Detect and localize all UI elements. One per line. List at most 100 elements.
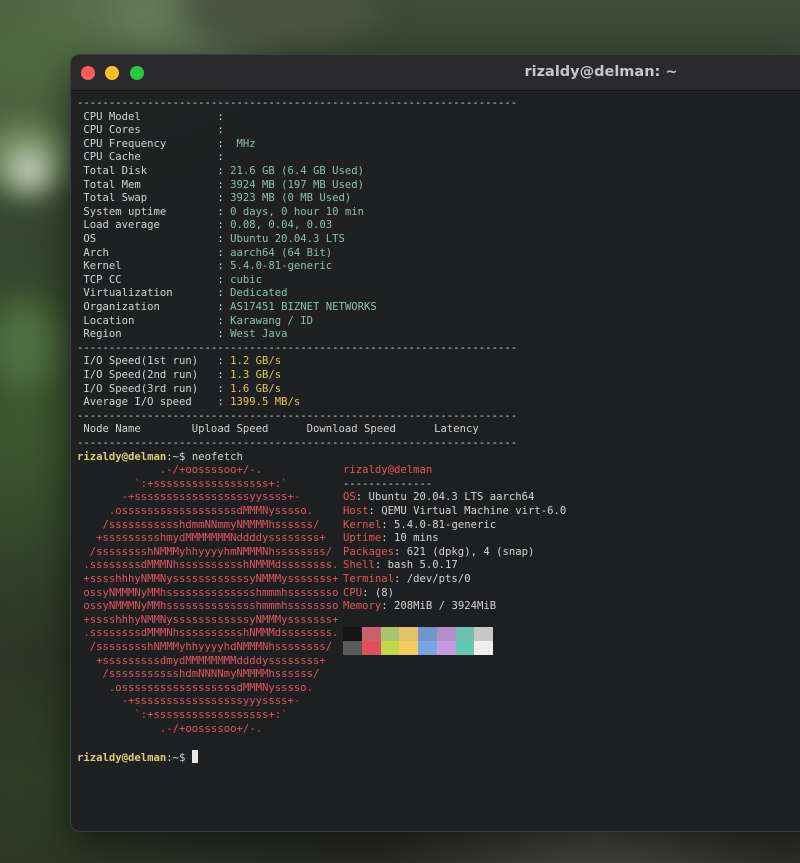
sysinfo-key: Location [77, 314, 218, 327]
title-bar[interactable]: rizaldy@delman: ~ [71, 55, 800, 91]
sysinfo-row: OS : Ubuntu 20.04.3 LTS [77, 233, 345, 247]
sysinfo-row: CPU Cores : [77, 124, 230, 138]
prompt-line: rizaldy@delman:~$ [77, 749, 198, 764]
close-button[interactable] [81, 66, 95, 80]
color-swatch [474, 641, 493, 655]
neofetch-header: rizaldy@delman [343, 464, 432, 478]
ascii-logo-line: .ssssssssdMMMNhsssssssssshNMMMdssssssss. [77, 559, 339, 572]
ascii-logo-line: .ssssssssdMMMNhsssssssssshNMMMdssssssss. [77, 627, 339, 640]
sysinfo-value: Karawang / ID [230, 314, 314, 327]
neofetch-value: : bash 5.0.17 [374, 559, 458, 572]
colon: : [217, 124, 231, 137]
speed-header-row: Node Name Upload Speed Download Speed La… [77, 423, 479, 437]
ascii-logo-line: /sssssssshNMMMyhhyyyyhmNMMMNhssssssss/ [77, 545, 333, 558]
sysinfo-value: cubic [230, 273, 262, 286]
color-swatch [399, 627, 418, 641]
sysinfo-key: Virtualization [77, 287, 218, 300]
io-row: I/O Speed(3rd run) : 1.6 GB/s [77, 383, 281, 397]
separator-text: ----------------------------------------… [77, 409, 518, 422]
sysinfo-key: TCP CC [77, 273, 218, 286]
neofetch-value: : 621 (dpkg), 4 (snap) [394, 545, 535, 558]
sysinfo-row: CPU Cache : [77, 151, 230, 165]
terminal-window[interactable]: rizaldy@delman: ~ ----------------------… [70, 54, 800, 832]
prompt-user: rizaldy@delman [77, 450, 167, 463]
sysinfo-row: CPU Frequency : MHz [77, 137, 255, 152]
colon: : [217, 287, 231, 300]
color-swatch [361, 627, 381, 641]
prompt-line: rizaldy@delman:~$ neofetch [77, 451, 243, 465]
colon: : [217, 137, 231, 150]
ascii-logo-line: /sssssssshNMMMyhhyyyyhdNMMMNhssssssss/ [77, 640, 333, 653]
background-blob [10, 150, 50, 190]
neofetch-info-row: Host: QEMU Virtual Machine virt-6.0 [343, 505, 566, 519]
sysinfo-key: Total Disk [77, 165, 218, 177]
color-swatch [343, 641, 362, 655]
sysinfo-row: Location : Karawang / ID [77, 315, 313, 329]
separator-line: ----------------------------------------… [77, 97, 517, 111]
color-swatch [380, 641, 400, 655]
speed-header: Node Name Upload Speed Download Speed La… [77, 423, 479, 436]
colon: : [217, 192, 231, 205]
sysinfo-value: West Java [230, 328, 288, 341]
color-swatch [436, 641, 456, 655]
minimize-button[interactable] [105, 66, 119, 80]
colon: : [217, 273, 231, 286]
color-swatch [455, 641, 475, 655]
neofetch-label: Packages [343, 545, 395, 558]
neofetch-user: rizaldy@delman [343, 464, 433, 477]
color-swatch [474, 627, 493, 641]
color-swatch [418, 627, 437, 641]
io-value: 1.2 GB/s [230, 355, 282, 368]
sysinfo-key: Arch [77, 246, 218, 259]
neofetch-value: : 10 mins [381, 532, 439, 545]
ascii-logo-line: ossyNMMMNyMMhsssssssssssssshmmmhssssssso [77, 600, 339, 613]
window-title: rizaldy@delman: ~ [524, 64, 678, 80]
neofetch-value: : 5.4.0-81-generic [381, 518, 497, 531]
neofetch-value: : (8) [362, 586, 395, 599]
sysinfo-row: Arch : aarch64 (64 Bit) [77, 247, 332, 261]
colon: : [217, 396, 231, 409]
neofetch-value: : Ubuntu 20.04.3 LTS aarch64 [355, 491, 535, 504]
io-row: I/O Speed(1st run) : 1.2 GB/s [77, 355, 281, 369]
neofetch-value: : QEMU Virtual Machine virt-6.0 [368, 504, 567, 517]
terminal-output[interactable]: ----------------------------------------… [77, 95, 800, 831]
io-key: I/O Speed(1st run) [77, 355, 218, 368]
sysinfo-key: CPU Model [77, 110, 218, 123]
prompt-path: :~$ [166, 751, 192, 764]
ascii-logo-line: -+ssssssssssssssssssyyssss+- [77, 491, 301, 504]
sysinfo-key: Load average [77, 219, 218, 232]
background-blob [180, 0, 380, 50]
sysinfo-value: 3923 MB (0 MB Used) [230, 192, 352, 205]
neofetch-label: Shell [343, 559, 375, 572]
colon: : [217, 151, 231, 164]
ascii-logo-line: /ssssssssssshdmmNNmmyNMMMMhssssss/ [77, 518, 320, 531]
neofetch-label: Terminal [343, 572, 395, 585]
io-row: I/O Speed(2nd run) : 1.3 GB/s [77, 369, 281, 383]
ascii-logo-line: ossyNMMMNyMMhsssssssssssssshmmmhssssssso [77, 586, 339, 599]
io-key: I/O Speed(3rd run) [77, 382, 218, 395]
sysinfo-key: Total Swap [77, 192, 218, 205]
colon: : [217, 260, 231, 273]
ascii-logo-line: `:+ssssssssssssssssss+:` [77, 708, 288, 721]
sysinfo-value: AS17451 BIZNET NETWORKS [230, 301, 377, 313]
color-palette-row [343, 627, 493, 641]
cursor-block[interactable] [191, 749, 198, 763]
colon: : [217, 233, 231, 245]
neofetch-info-row: Memory: 208MiB / 3924MiB [343, 600, 496, 614]
prompt-user: rizaldy@delman [77, 751, 167, 764]
colon: : [217, 355, 231, 368]
sysinfo-key: CPU Cores [77, 124, 218, 137]
colon: : [217, 110, 231, 123]
maximize-button[interactable] [130, 66, 144, 80]
sysinfo-value: 5.4.0-81-generic [230, 260, 333, 273]
separator-text: ----------------------------------------… [77, 97, 518, 109]
colon: : [217, 178, 231, 191]
ascii-logo-line: `:+ssssssssssssssssss+:` [77, 477, 288, 490]
ascii-logo-line: -+sssssssssssssssssyyyssss+- [77, 695, 301, 708]
color-swatch [380, 627, 400, 641]
neofetch-value: : 208MiB / 3924MiB [381, 600, 497, 613]
neofetch-info-row: Terminal: /dev/pts/0 [343, 573, 471, 587]
neofetch-info-row: Kernel: 5.4.0-81-generic [343, 519, 496, 533]
colon: : [217, 382, 231, 395]
sysinfo-row: System uptime : 0 days, 0 hour 10 min [77, 206, 364, 220]
